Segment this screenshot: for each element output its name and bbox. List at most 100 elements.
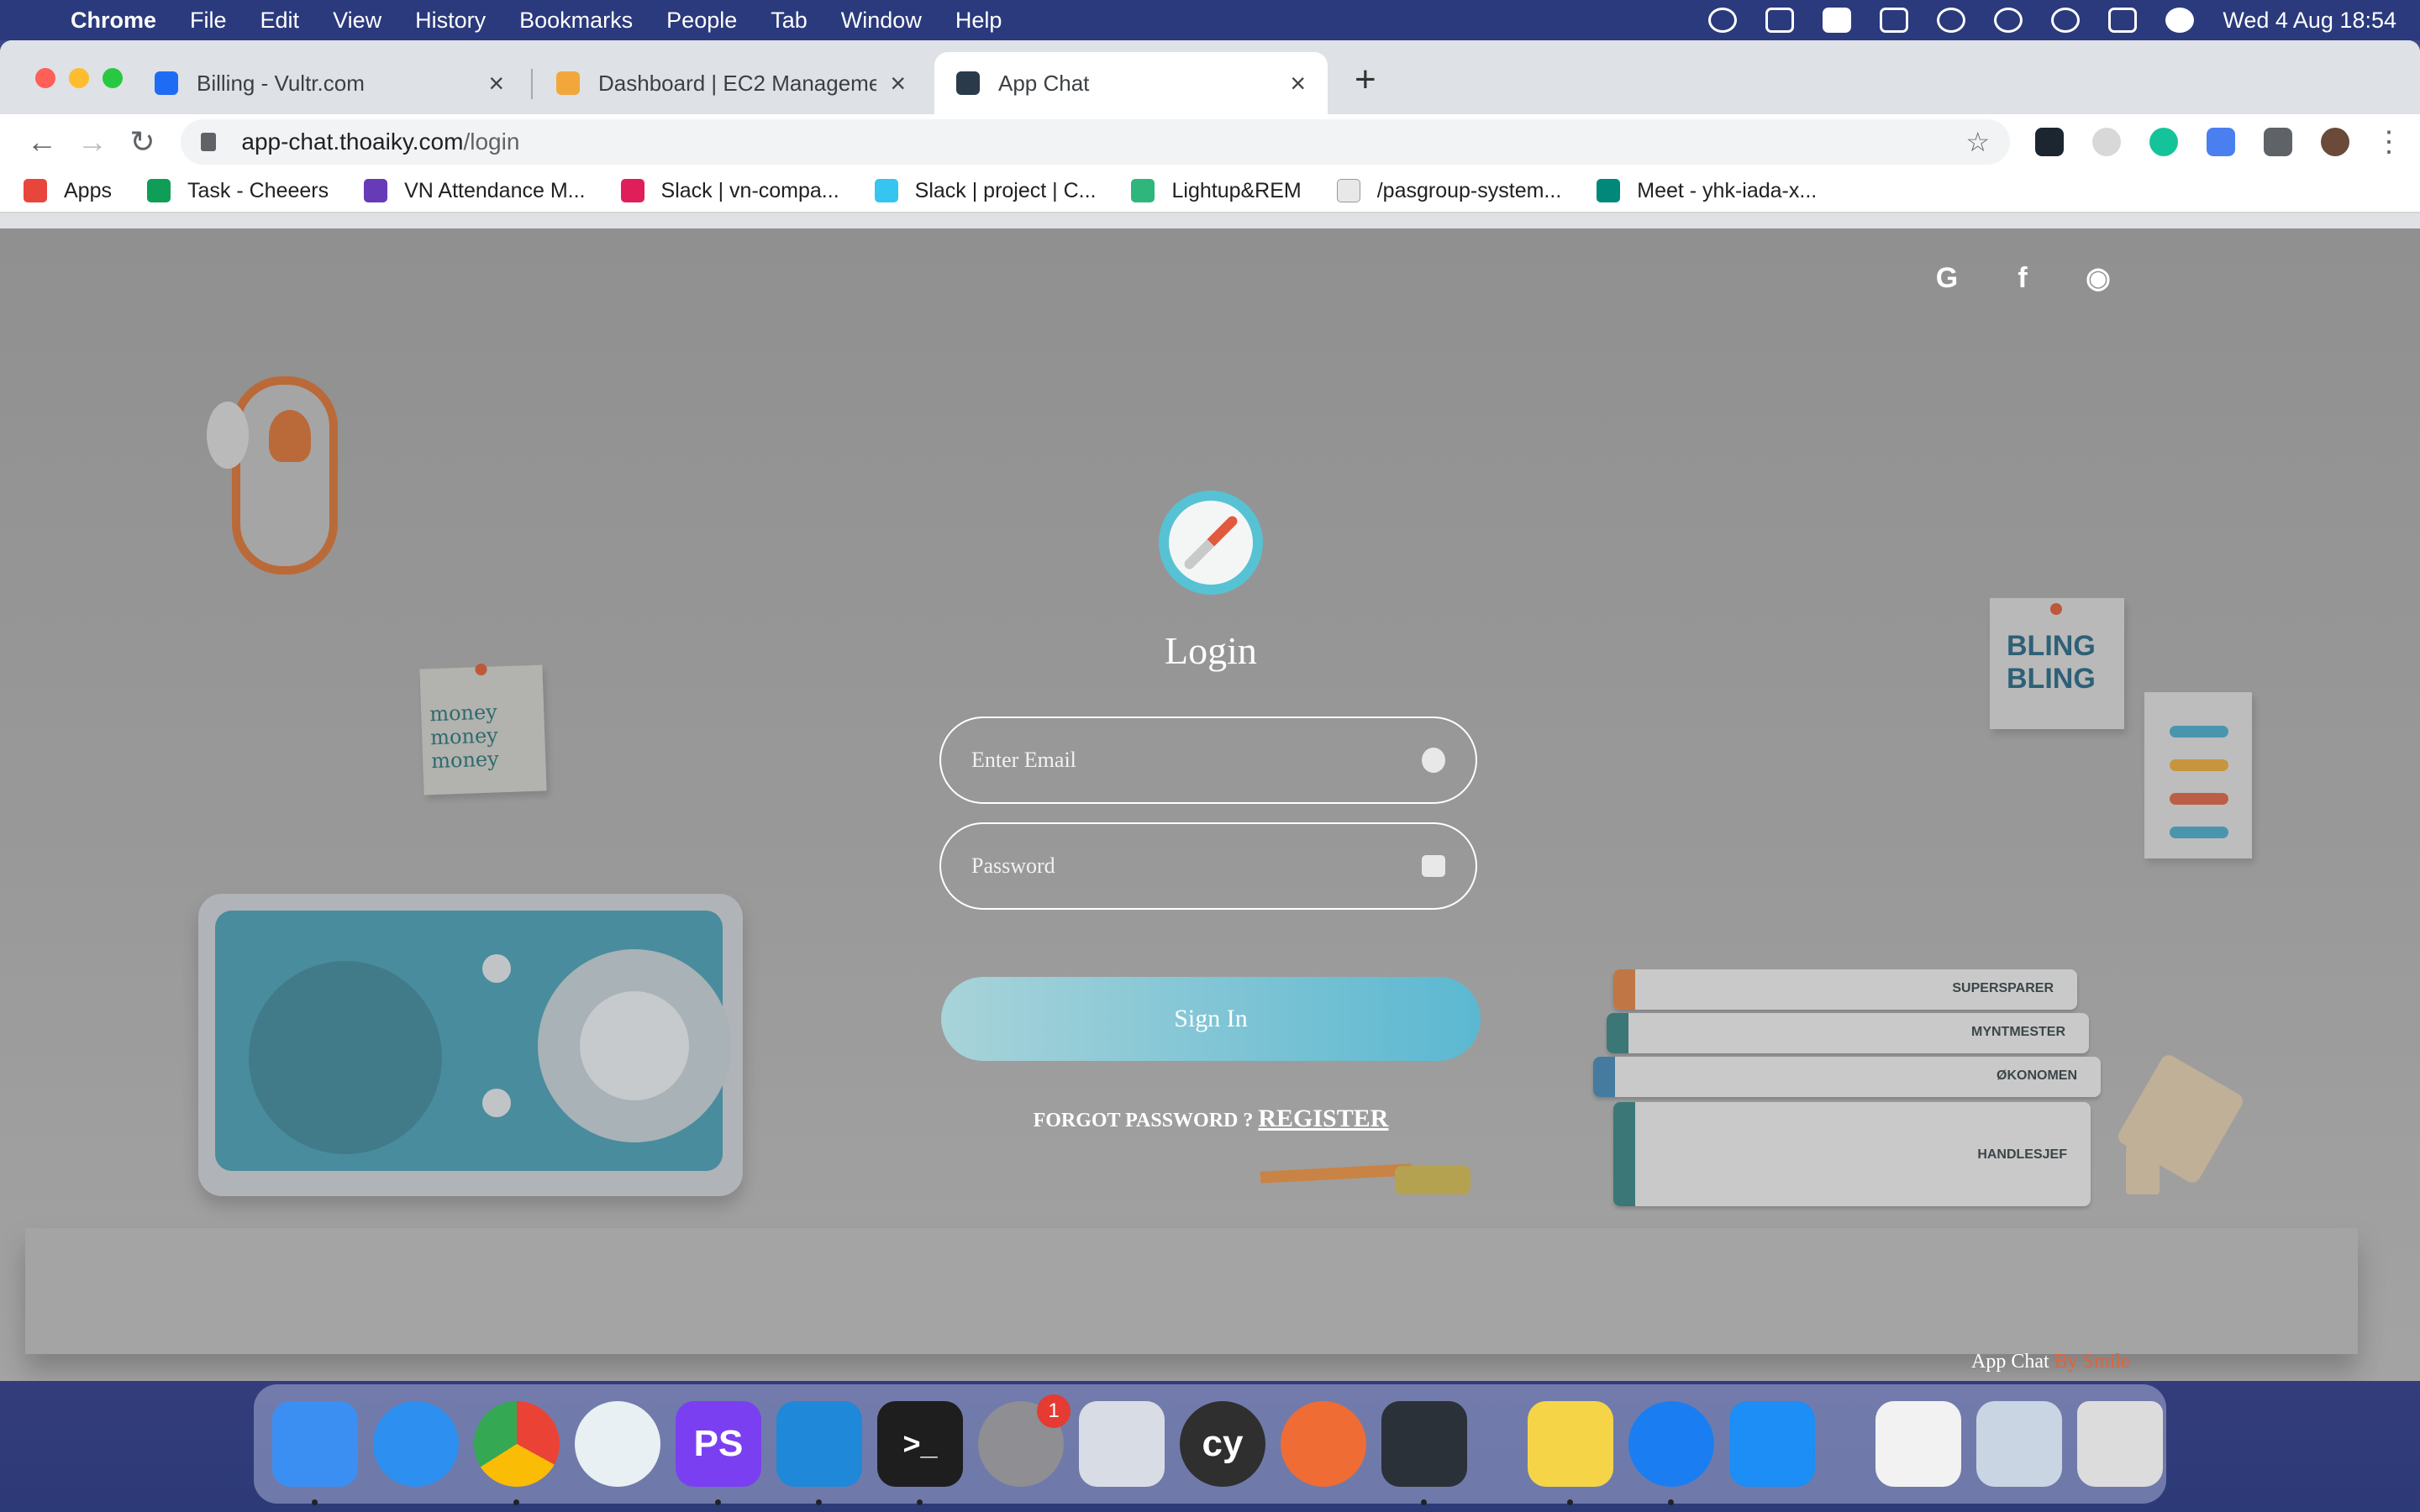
grammarly-icon[interactable] bbox=[2149, 128, 2179, 156]
tab-ec2-dashboard[interactable]: Dashboard | EC2 Management × bbox=[534, 52, 928, 114]
menu-view[interactable]: View bbox=[333, 8, 381, 34]
bookmark-star-icon[interactable]: ☆ bbox=[1965, 126, 1990, 158]
github-icon[interactable]: ◉ bbox=[2082, 262, 2114, 294]
bookmark-vn-attendance[interactable]: VN Attendance M... bbox=[364, 179, 586, 203]
battery-icon[interactable] bbox=[1880, 8, 1909, 33]
finder-app-icon[interactable] bbox=[272, 1401, 358, 1505]
phpstorm-app-icon[interactable]: PS bbox=[676, 1401, 761, 1505]
forward-arrow-icon[interactable]: → bbox=[67, 124, 118, 160]
user-icon[interactable] bbox=[1994, 8, 2023, 33]
terminal-app-icon[interactable]: >_ bbox=[877, 1401, 963, 1505]
launchpad-app-icon[interactable] bbox=[1079, 1401, 1165, 1487]
facebook-icon[interactable]: f bbox=[2007, 262, 2039, 294]
vultr-icon bbox=[155, 71, 178, 95]
tab-app-chat[interactable]: App Chat × bbox=[934, 52, 1328, 114]
cypress-app-icon[interactable]: cy bbox=[1180, 1401, 1265, 1487]
extension-circle-icon[interactable] bbox=[2092, 128, 2122, 156]
fullscreen-window-button[interactable] bbox=[103, 68, 123, 88]
bookmark-pasgroup-system[interactable]: /pasgroup-system... bbox=[1336, 179, 1561, 203]
slack-icon bbox=[874, 179, 898, 202]
email-input[interactable] bbox=[971, 748, 1422, 773]
bookmark-slack-project[interactable]: Slack | project | C... bbox=[874, 179, 1096, 203]
forgot-password-link[interactable]: FORGOT PASSWORD ? bbox=[1034, 1110, 1254, 1131]
wifi-icon[interactable] bbox=[1937, 8, 1966, 33]
search-icon[interactable] bbox=[2051, 8, 2081, 33]
control-center-icon[interactable] bbox=[2108, 8, 2138, 33]
menu-window[interactable]: Window bbox=[841, 8, 922, 34]
app-store-app-icon[interactable] bbox=[1729, 1401, 1815, 1487]
address-bar[interactable]: app-chat.thoaiky.com/login ☆ bbox=[181, 119, 2011, 165]
react-devtools-icon[interactable] bbox=[2035, 128, 2065, 156]
postman-app-icon[interactable] bbox=[1281, 1401, 1366, 1487]
bookmark-task-cheeers[interactable]: Task - Cheeers bbox=[146, 178, 329, 203]
new-tab-button[interactable]: + bbox=[1355, 59, 1376, 101]
tab-title: Dashboard | EC2 Management bbox=[598, 70, 877, 96]
close-tab-icon[interactable]: × bbox=[890, 68, 906, 99]
chrome-app-icon[interactable] bbox=[474, 1401, 560, 1505]
footer-credit: App Chat By Smile bbox=[1971, 1351, 2130, 1373]
tab-vultr-billing[interactable]: Billing - Vultr.com × bbox=[133, 52, 526, 114]
password-field-container bbox=[939, 822, 1477, 910]
tab-separator bbox=[531, 69, 533, 99]
menu-clock[interactable]: Wed 4 Aug 18:54 bbox=[2223, 8, 2396, 34]
sign-in-button[interactable]: Sign In bbox=[941, 977, 1481, 1061]
profile-avatar[interactable] bbox=[2321, 128, 2350, 156]
apps-grid-icon bbox=[24, 179, 47, 202]
menu-bookmarks[interactable]: Bookmarks bbox=[519, 8, 633, 34]
slack-icon bbox=[1131, 179, 1155, 202]
notes-app-icon[interactable] bbox=[1528, 1401, 1613, 1505]
screenshot-stack-icon[interactable] bbox=[1976, 1401, 2062, 1487]
bookmark-label: Task - Cheeers bbox=[187, 178, 329, 202]
prompt-app-icon[interactable] bbox=[1381, 1401, 1467, 1505]
minimize-window-button[interactable] bbox=[69, 68, 89, 88]
safari-app-icon[interactable] bbox=[373, 1401, 459, 1487]
tab-strip: Billing - Vultr.com × Dashboard | EC2 Ma… bbox=[0, 40, 2420, 114]
menu-app-name[interactable]: Chrome bbox=[71, 8, 156, 34]
puzzle-extensions-icon[interactable] bbox=[2264, 128, 2293, 156]
aws-box-icon bbox=[556, 71, 580, 95]
slack-icon bbox=[620, 179, 644, 202]
login-form: Login Sign In FORGOT PASSWORD ? REGISTER bbox=[939, 491, 1482, 1133]
tab-title: App Chat bbox=[998, 70, 1090, 96]
menu-people[interactable]: People bbox=[666, 8, 737, 34]
bookmark-meet[interactable]: Meet - yhk-iada-x... bbox=[1597, 179, 1817, 203]
wiki-icon bbox=[1336, 179, 1360, 202]
register-link[interactable]: REGISTER bbox=[1258, 1105, 1388, 1132]
close-window-button[interactable] bbox=[35, 68, 55, 88]
credit-author: By Smile bbox=[2054, 1351, 2130, 1373]
chrome-menu-icon[interactable]: ⋮ bbox=[2375, 125, 2403, 159]
credit-app-name: App Chat bbox=[1971, 1351, 2049, 1373]
siri-icon[interactable] bbox=[2165, 8, 2195, 33]
teamviewer-app-icon[interactable] bbox=[1628, 1401, 1714, 1505]
bookmark-lightup-rem[interactable]: Lightup&REM bbox=[1131, 179, 1302, 203]
docker-icon[interactable] bbox=[1765, 8, 1795, 33]
system-preferences-app-icon[interactable]: 1 bbox=[978, 1394, 1071, 1487]
lock-icon[interactable] bbox=[201, 133, 217, 151]
menu-tab[interactable]: Tab bbox=[771, 8, 808, 34]
login-title: Login bbox=[1165, 629, 1257, 672]
chat-bubble-icon[interactable] bbox=[1708, 8, 1738, 33]
reload-icon[interactable]: ↻ bbox=[118, 124, 168, 160]
trash-icon[interactable] bbox=[2077, 1401, 2163, 1487]
google-icon[interactable]: G bbox=[1931, 262, 1963, 294]
input-source-icon[interactable] bbox=[1823, 8, 1852, 33]
close-tab-icon[interactable]: × bbox=[488, 68, 504, 99]
bookmark-apps[interactable]: Apps bbox=[24, 179, 112, 203]
close-tab-icon[interactable]: × bbox=[1290, 68, 1306, 99]
menu-edit[interactable]: Edit bbox=[260, 8, 300, 34]
password-input[interactable] bbox=[971, 853, 1422, 879]
bookmark-slack-vn-compa[interactable]: Slack | vn-compa... bbox=[620, 178, 839, 203]
back-arrow-icon[interactable]: ← bbox=[17, 124, 67, 160]
android-studio-app-icon[interactable] bbox=[575, 1401, 660, 1487]
menu-file[interactable]: File bbox=[190, 8, 227, 34]
bookmark-label: Slack | vn-compa... bbox=[660, 178, 839, 202]
vscode-app-icon[interactable] bbox=[776, 1401, 862, 1505]
menu-help[interactable]: Help bbox=[955, 8, 1002, 34]
auth-links: FORGOT PASSWORD ? REGISTER bbox=[939, 1105, 1482, 1133]
google-translate-icon[interactable] bbox=[2207, 128, 2236, 156]
compass-logo-icon bbox=[1159, 491, 1263, 595]
lock-icon bbox=[1422, 855, 1445, 877]
menu-history[interactable]: History bbox=[415, 8, 486, 34]
document-stack-icon[interactable] bbox=[1876, 1401, 1961, 1487]
window-controls bbox=[35, 68, 123, 88]
